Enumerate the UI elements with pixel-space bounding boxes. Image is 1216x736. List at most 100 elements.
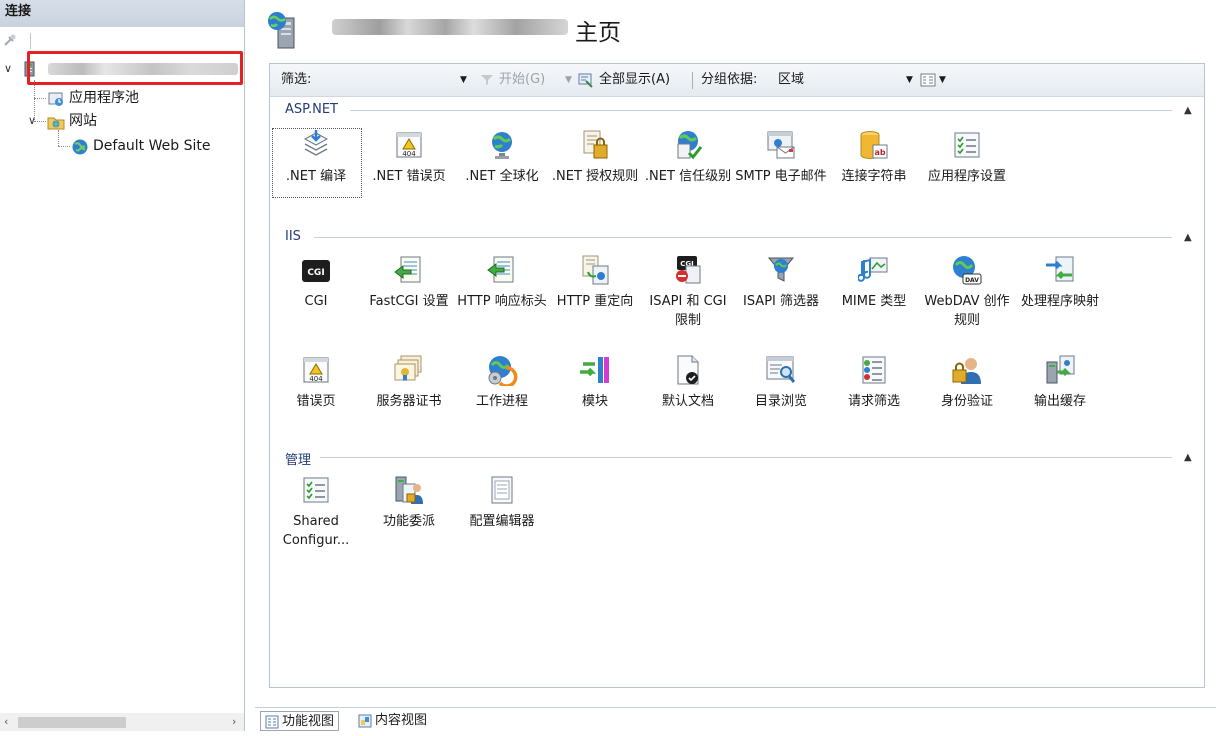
highlight-box [27,51,243,85]
handler-mapping-icon [1046,256,1074,282]
connections-header: 连接 [0,0,244,27]
request-filter-icon [862,356,886,384]
features-panel: 筛选: ▼ 开始(G) ▼ 全部显示(A) 分组依据: 区域 ▼ ▼ ASP.N… [269,63,1205,688]
feature-net-trust-levels[interactable]: .NET 信任级别 [642,129,734,186]
toolbar-separator [692,72,693,89]
scroll-left-icon[interactable]: ‹ [4,715,8,728]
group-title-aspnet: ASP.NET [285,102,338,117]
group-by-label: 分组依据: [701,72,758,87]
feature-net-authorization-rules[interactable]: .NET 授权规则 [549,129,641,186]
connections-toolbar [0,30,244,52]
authentication-icon [952,358,981,384]
filter-toolbar: 筛选: ▼ 开始(G) ▼ 全部显示(A) 分组依据: 区域 ▼ ▼ [270,64,1204,97]
show-all-icon[interactable] [578,64,594,96]
feature-isapi-cgi-restrictions[interactable]: CGI ISAPI 和 CGI 限制 [642,254,734,330]
view-mode-dropdown-icon[interactable]: ▼ [939,64,946,96]
output-cache-icon [1046,355,1075,384]
filter-dropdown-icon[interactable]: ▼ [460,64,467,96]
collapse-icon[interactable]: ▲ [1184,232,1192,243]
database-icon: ab [860,131,888,159]
tab-features-view[interactable]: 功能视图 [260,711,340,731]
configuration-editor-icon [491,476,513,504]
tree-item-app-pools[interactable]: 应用程序池 [47,87,139,109]
content-view-icon [358,714,372,728]
collapse-icon[interactable]: ▲ [1184,105,1192,116]
server-home-icon [267,10,299,50]
filter-label: 筛选: [281,72,312,87]
filter-funnel-icon [767,257,795,282]
certificate-icon [394,355,422,381]
feature-webdav-authoring-rules[interactable]: DAV WebDAV 创作规则 [921,254,1013,330]
group-title-iis: IIS [285,229,301,244]
show-all-button[interactable]: 全部显示(A) [599,64,670,96]
feature-smtp-email[interactable]: SMTP 电子邮件 [735,129,827,186]
response-headers-icon [487,256,514,283]
go-button[interactable]: 开始(G) [499,64,545,96]
sites-folder-icon [47,113,65,131]
fastcgi-icon [394,256,421,283]
feature-directory-browsing[interactable]: 目录浏览 [735,354,827,411]
lock-document-icon [583,130,608,159]
feature-cgi[interactable]: CGI CGI [270,254,362,311]
error-page-icon: 404 [303,357,329,383]
connections-pane: 连接 ∨ 应用程序池 ∨ 网站 Default Web Site ‹ › [0,0,245,731]
feature-http-response-headers[interactable]: HTTP 响应标头 [456,254,548,311]
group-title-management: 管理 [285,453,312,468]
connect-icon[interactable] [3,33,17,47]
email-icon [767,131,795,159]
features-view-icon [265,715,279,729]
modules-icon [580,357,609,383]
expand-chevron-icon[interactable]: ∨ [4,62,12,75]
svg-text:404: 404 [402,150,416,158]
feature-error-pages[interactable]: 404 错误页 [270,354,362,411]
go-dropdown-icon[interactable]: ▼ [565,64,572,96]
go-filter-icon[interactable] [480,64,494,96]
scroll-right-icon[interactable]: › [232,715,236,728]
collapse-icon[interactable]: ▲ [1184,452,1192,463]
view-tabs: 功能视图 内容视图 [255,707,1216,732]
tree-item-default-web-site[interactable]: Default Web Site [71,135,210,157]
cgi-icon: CGI [302,260,330,282]
app-pool-icon [47,90,65,108]
worker-process-icon [488,356,518,386]
feature-request-filtering[interactable]: 请求筛选 [828,354,920,411]
feature-worker-processes[interactable]: 工作进程 [456,354,548,411]
feature-shared-configuration[interactable]: Shared Configur... [270,474,362,550]
tree-item-sites[interactable]: 网站 [47,110,97,132]
expand-chevron-icon[interactable]: ∨ [28,114,36,127]
filter-input[interactable] [318,72,470,88]
delegation-icon [395,476,423,504]
svg-text:CGI: CGI [307,268,324,278]
feature-configuration-editor[interactable]: 配置编辑器 [456,474,548,531]
globe-icon [492,132,512,159]
feature-output-caching[interactable]: 输出缓存 [1014,354,1106,411]
globe-icon [71,138,89,156]
directory-browse-icon [766,356,796,383]
feature-server-certificates[interactable]: 服务器证书 [363,354,455,411]
feature-net-globalization[interactable]: .NET 全球化 [456,129,548,186]
feature-fastcgi-settings[interactable]: FastCGI 设置 [363,254,455,311]
feature-authentication[interactable]: 身份验证 [921,354,1013,411]
feature-modules[interactable]: 模块 [549,354,641,411]
svg-text:DAV: DAV [965,277,979,284]
horizontal-scrollbar[interactable]: ‹ › [0,713,244,731]
page-header: 主页 [255,0,1216,58]
feature-mime-types[interactable]: MIME 类型 [828,254,920,311]
group-by-dropdown-icon[interactable]: ▼ [906,64,913,96]
scrollbar-thumb[interactable] [18,717,126,728]
server-name-redacted [332,19,568,35]
feature-isapi-filters[interactable]: ISAPI 筛选器 [735,254,827,311]
feature-net-compilation[interactable]: .NET 编译 [270,129,362,186]
feature-app-settings[interactable]: 应用程序设置 [921,129,1013,186]
feature-http-redirect[interactable]: HTTP 重定向 [549,254,641,311]
feature-delegation[interactable]: 功能委派 [363,474,455,531]
view-mode-icon[interactable] [920,64,936,96]
group-by-select[interactable]: 区域 [778,64,804,96]
tab-content-view[interactable]: 内容视图 [354,711,431,731]
feature-default-document[interactable]: 默认文档 [642,354,734,411]
redirect-icon [582,255,609,285]
feature-net-error-pages[interactable]: 404 .NET 错误页 [363,129,455,186]
feature-handler-mappings[interactable]: 处理程序映射 [1014,254,1106,311]
feature-connection-strings[interactable]: ab 连接字符串 [828,129,920,186]
page-title: 主页 [575,20,621,46]
